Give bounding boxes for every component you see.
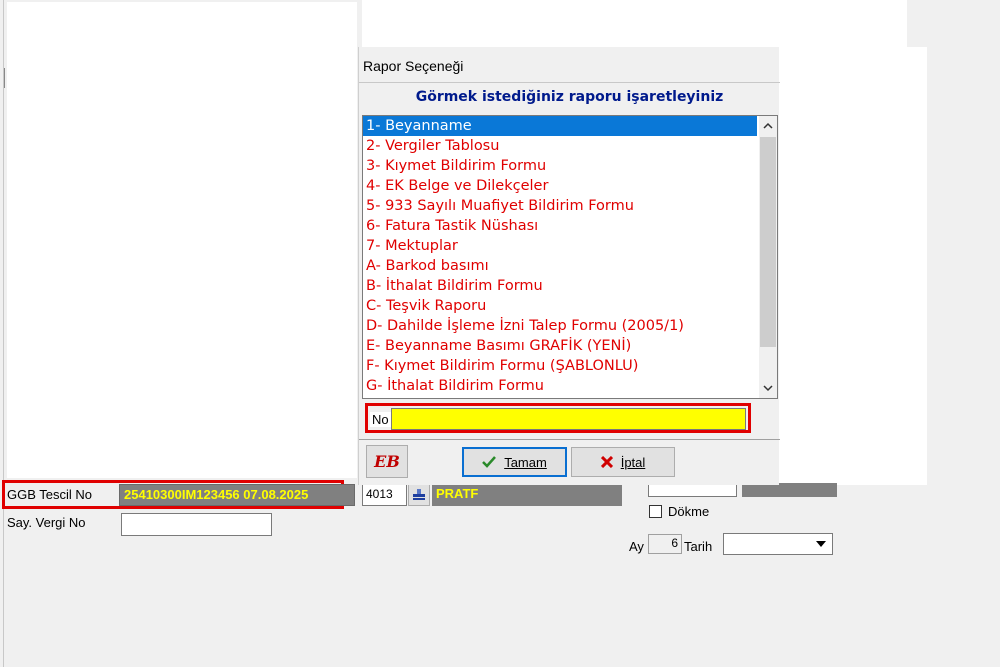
close-icon xyxy=(600,456,613,468)
no-label: No xyxy=(370,412,391,427)
ay-label: Ay xyxy=(629,539,644,554)
left-edge-line xyxy=(3,0,4,667)
chevron-down-icon xyxy=(816,541,826,547)
dialog-title-separator xyxy=(359,82,780,83)
tamam-button[interactable]: Tamam xyxy=(462,447,567,477)
pratf-value: PRATF xyxy=(436,486,479,501)
pratf-field: PRATF xyxy=(432,483,622,506)
check-icon xyxy=(482,456,497,468)
lookup-button[interactable] xyxy=(408,483,430,506)
list-item[interactable]: 5- 933 Sayılı Muafiyet Bildirim Formu xyxy=(363,196,757,216)
top-right-panel xyxy=(362,0,907,47)
ggb-tescil-value: 25410300IM123456 07.08.2025 xyxy=(124,487,309,502)
scroll-down-icon[interactable] xyxy=(759,378,777,398)
dialog-title: Rapor Seçeneği xyxy=(363,58,464,74)
report-listbox[interactable]: 1- Beyanname 2- Vergiler Tablosu 3- Kıymet… xyxy=(362,115,778,399)
scroll-thumb[interactable] xyxy=(760,137,776,347)
ay-value: 6 xyxy=(671,536,678,550)
ggb-tescil-field[interactable]: 25410300IM123456 07.08.2025 xyxy=(119,484,355,506)
list-item[interactable]: B- İthalat Bildirim Formu xyxy=(363,276,757,296)
list-item[interactable]: 6- Fatura Tastik Nüshası xyxy=(363,216,757,236)
tarih-select[interactable] xyxy=(723,533,833,555)
list-scrollbar[interactable] xyxy=(759,116,777,398)
tamam-label: Tamam xyxy=(504,454,547,470)
say-vergi-input[interactable] xyxy=(121,513,272,536)
left-panel xyxy=(7,2,357,478)
list-item[interactable]: 1- Beyanname xyxy=(363,116,757,136)
iptal-label: İptal xyxy=(620,454,646,470)
tarih-label: Tarih xyxy=(684,539,713,554)
dokme-checkbox[interactable] xyxy=(649,505,662,518)
list-item[interactable]: C- Teşvik Raporu xyxy=(363,296,757,316)
list-item[interactable]: 4- EK Belge ve Dilekçeler xyxy=(363,176,757,196)
code-value: 4013 xyxy=(366,487,393,501)
say-vergi-label: Say. Vergi No xyxy=(7,515,86,530)
rapor-dialog: Rapor Seçeneği Görmek istediğiniz raporu… xyxy=(358,47,780,485)
right-small-input[interactable] xyxy=(648,483,737,497)
list-item[interactable]: 3- Kıymet Bildirim Formu xyxy=(363,156,757,176)
ay-input[interactable]: 6 xyxy=(648,534,682,554)
list-item[interactable]: A- Barkod basımı xyxy=(363,256,757,276)
left-edge-marker xyxy=(4,68,5,88)
dialog-header: Görmek istediğiniz raporu işaretleyiniz xyxy=(415,89,724,105)
report-list-items: 1- Beyanname 2- Vergiler Tablosu 3- Kıymet… xyxy=(363,116,757,398)
iptal-button[interactable]: İptal xyxy=(571,447,675,477)
eb-logo: EB xyxy=(374,452,400,471)
right-panel xyxy=(779,47,927,485)
ggb-tescil-label: GGB Tescil No xyxy=(7,487,93,502)
scroll-up-icon[interactable] xyxy=(759,116,777,136)
list-item[interactable]: 2- Vergiler Tablosu xyxy=(363,136,757,156)
list-item[interactable]: F- Kıymet Bildirim Formu (ŞABLONLU) xyxy=(363,356,757,376)
dokme-label: Dökme xyxy=(668,504,710,519)
right-gray-field xyxy=(742,483,837,497)
list-item[interactable]: G- İthalat Bildirim Formu xyxy=(363,376,757,396)
eb-logo-button[interactable]: EB xyxy=(366,445,408,478)
no-input[interactable] xyxy=(391,408,746,430)
dialog-footer-separator xyxy=(359,439,780,440)
code-field[interactable]: 4013 xyxy=(362,483,407,506)
list-item[interactable]: 7- Mektuplar xyxy=(363,236,757,256)
list-item[interactable]: E- Beyanname Basımı GRAFİK (YENİ) xyxy=(363,336,757,356)
lookup-icon xyxy=(413,488,425,500)
list-item[interactable]: D- Dahilde İşleme İzni Talep Formu (2005… xyxy=(363,316,757,336)
